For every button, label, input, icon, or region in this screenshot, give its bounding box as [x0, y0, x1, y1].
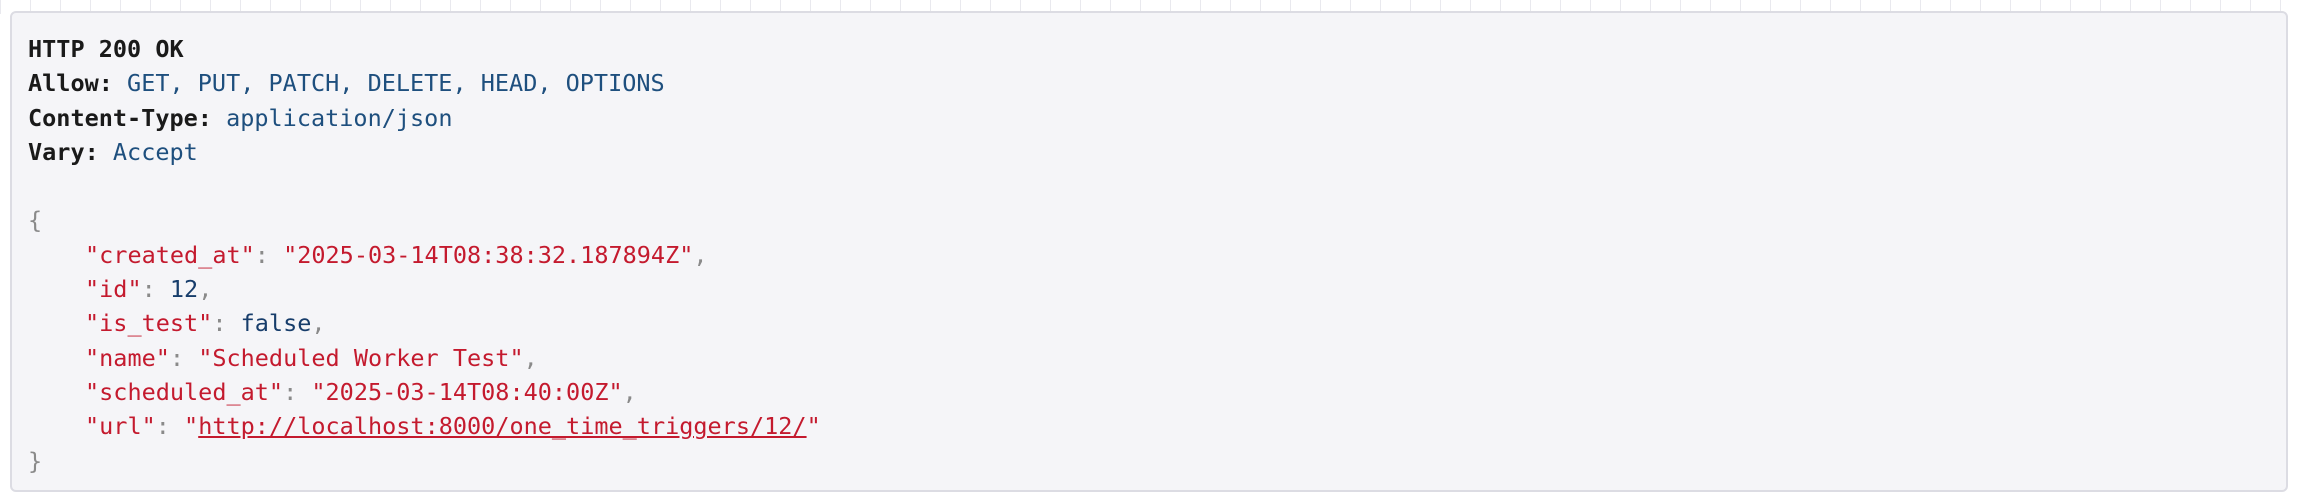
json-key: "is_test" [85, 309, 213, 338]
header-key: Allow: [28, 69, 113, 98]
json-close-brace: } [28, 444, 2286, 478]
json-field-id: "id": 12, [85, 275, 213, 304]
response-content: HTTP 200 OK Allow: GET, PUT, PATCH, DELET… [12, 13, 2286, 478]
json-value: "2025-03-14T08:40:00Z" [311, 377, 623, 406]
json-key: "scheduled_at" [85, 377, 284, 406]
response-panel: HTTP 200 OK Allow: GET, PUT, PATCH, DELET… [10, 11, 2288, 492]
header-vary: Vary: Accept [28, 135, 2286, 169]
close-brace: } [28, 446, 43, 475]
json-field-scheduled-at: "scheduled_at": "2025-03-14T08:40:00Z", [85, 377, 637, 406]
json-value: "2025-03-14T08:38:32.187894Z" [283, 240, 694, 269]
json-field-name: "name": "Scheduled Worker Test", [85, 343, 538, 372]
header-key: Content-Type: [28, 103, 212, 132]
json-key: "id" [85, 275, 142, 304]
json-value: "Scheduled Worker Test" [198, 343, 524, 372]
header-content-type: Content-Type: application/json [28, 101, 2286, 135]
header-value: application/json [226, 103, 453, 132]
header-allow: Allow: GET, PUT, PATCH, DELETE, HEAD, OP… [28, 66, 2286, 100]
json-key: "created_at" [85, 240, 255, 269]
header-value: Accept [112, 137, 198, 166]
status-line: HTTP 200 OK [28, 32, 2286, 66]
open-brace: { [28, 206, 43, 235]
json-value: false [240, 309, 312, 338]
json-field-created-at: "created_at": "2025-03-14T08:38:32.18789… [85, 240, 708, 269]
json-key: "url" [85, 412, 156, 441]
header-key: Vary: [28, 137, 99, 166]
header-value: GET, PUT, PATCH, DELETE, HEAD, OPTIONS [127, 69, 665, 98]
json-open-brace: { [28, 203, 2286, 237]
json-field-url: "url": "http://localhost:8000/one_time_t… [85, 412, 821, 441]
json-field-is-test: "is_test": false, [85, 309, 326, 338]
url-link[interactable]: http://localhost:8000/one_time_triggers/… [198, 412, 806, 440]
json-value: 12 [169, 275, 199, 304]
status-text: HTTP 200 OK [28, 35, 184, 63]
json-key: "name" [85, 343, 170, 372]
